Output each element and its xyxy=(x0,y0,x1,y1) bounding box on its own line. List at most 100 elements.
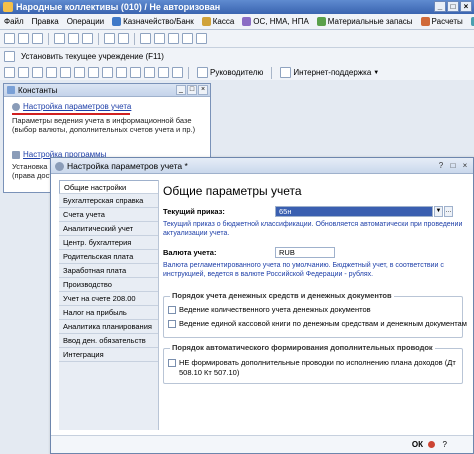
documents-icon[interactable] xyxy=(46,67,57,78)
menu-item-label: Файл xyxy=(4,16,24,26)
settings-window-title: Настройка параметров учета * xyxy=(67,161,188,171)
new-document-icon[interactable] xyxy=(4,33,15,44)
tab-11[interactable]: Ввод ден. обязательств xyxy=(59,334,158,348)
tab-6[interactable]: Заработная плата xyxy=(59,264,158,278)
close-icon[interactable]: × xyxy=(198,85,208,95)
manager-label: Руководителю xyxy=(210,68,264,77)
filter-icon[interactable] xyxy=(158,67,169,78)
tab-4[interactable]: Центр. бухгалтерия xyxy=(59,236,158,250)
no-additional-entries-row[interactable]: НЕ формировать дополнительные проводки п… xyxy=(168,358,456,367)
manager-button[interactable]: Руководителю xyxy=(194,67,266,78)
organization-icon xyxy=(4,51,15,62)
menu-item-label: Казначейство/Банк xyxy=(123,16,194,26)
report-icon[interactable] xyxy=(18,67,29,78)
toolbar-separator xyxy=(271,66,273,79)
undo-icon[interactable] xyxy=(104,33,115,44)
minimize-icon[interactable]: _ xyxy=(176,85,186,95)
archive-icon[interactable] xyxy=(144,67,155,78)
program-settings-icon xyxy=(12,150,20,159)
no-additional-entries-checkbox[interactable] xyxy=(168,358,176,367)
chevron-down-icon[interactable]: ▼ xyxy=(434,206,443,217)
constants-window-controls: _ □ × xyxy=(176,85,208,95)
tab-9[interactable]: Налог на прибыль xyxy=(59,306,158,320)
help-icon[interactable]: ? xyxy=(436,161,446,171)
table-icon[interactable] xyxy=(116,67,127,78)
menu-item-4[interactable]: Касса xyxy=(198,14,239,29)
app-title: Народные коллективы (010) / Не авторизов… xyxy=(16,2,221,12)
menu-icon xyxy=(201,17,211,26)
menu-item-1[interactable]: Правка xyxy=(28,14,63,29)
toolbar-separator xyxy=(188,66,189,79)
help-icon[interactable] xyxy=(196,33,207,44)
refresh-icon[interactable] xyxy=(88,67,99,78)
cut-icon[interactable] xyxy=(54,33,65,44)
link-underline-marker xyxy=(12,113,130,115)
tab-8[interactable]: Учет на счете 208.00 xyxy=(59,292,158,306)
current-order-field[interactable]: 65н xyxy=(275,206,433,217)
maximize-icon[interactable]: □ xyxy=(447,1,459,12)
print-icon[interactable] xyxy=(154,33,165,44)
tab-1[interactable]: Бухгалтерская справка xyxy=(59,194,158,208)
currency-label: Валюта учета: xyxy=(163,248,217,257)
menu-item-label: Правка xyxy=(31,16,59,26)
chart-icon[interactable] xyxy=(32,67,43,78)
open-icon[interactable] xyxy=(18,33,29,44)
tools-icon[interactable] xyxy=(130,67,141,78)
tab-7[interactable]: Производство xyxy=(59,278,158,292)
calculator-icon[interactable] xyxy=(168,33,179,44)
single-cashbook-row[interactable]: Ведение единой кассовой книги по денежны… xyxy=(168,319,467,328)
menu-item-label: ОС, НМА, НПА xyxy=(253,16,309,26)
redo-icon[interactable] xyxy=(118,33,129,44)
ok-button[interactable]: ОК xyxy=(412,440,423,449)
cash-accounting-group: Порядок учета денежных средств и денежны… xyxy=(163,291,467,338)
tab-3[interactable]: Аналитический учет xyxy=(59,222,158,236)
auto-entries-group: Порядок автоматического формирования доп… xyxy=(163,343,463,384)
quantitative-accounting-row[interactable]: Ведение количественного учета денежных д… xyxy=(168,305,371,314)
currency-field[interactable]: RUB xyxy=(275,247,335,258)
settings-gear-icon xyxy=(12,102,20,111)
cancel-icon xyxy=(428,441,435,448)
menu-item-3[interactable]: Казначейство/Банк xyxy=(108,14,198,29)
menu-item-8[interactable]: Санкцио xyxy=(467,14,474,29)
menu-item-0[interactable]: Файл xyxy=(0,14,28,29)
maximize-icon[interactable]: □ xyxy=(187,85,197,95)
menu-item-6[interactable]: Материальные запасы xyxy=(313,14,417,29)
manager-icon xyxy=(197,67,208,78)
toolbar-separator xyxy=(98,32,99,45)
copy-icon[interactable] xyxy=(68,33,79,44)
tab-12[interactable]: Интеграция xyxy=(59,348,158,362)
menu-item-label: Касса xyxy=(212,16,235,26)
set-current-org-button[interactable]: Установить текущее учреждение (F11) xyxy=(18,52,167,61)
menu-item-5[interactable]: ОС, НМА, НПА xyxy=(238,14,313,29)
close-icon[interactable]: × xyxy=(460,161,470,171)
menu-icon xyxy=(316,17,326,26)
open-form-icon[interactable]: … xyxy=(444,206,453,217)
help-button[interactable]: ? xyxy=(443,440,447,449)
tab-5[interactable]: Родительская плата xyxy=(59,250,158,264)
reference-icon[interactable] xyxy=(60,67,71,78)
minimize-icon[interactable]: _ xyxy=(434,1,446,12)
paste-icon[interactable] xyxy=(82,33,93,44)
internet-support-button[interactable]: Интернет-поддержка ▼ xyxy=(277,67,382,78)
accounting-settings-link[interactable]: Настройка параметров учета xyxy=(23,102,131,111)
menu-item-2[interactable]: Операции xyxy=(63,14,108,29)
quantitative-accounting-checkbox[interactable] xyxy=(168,305,176,314)
journal-icon[interactable] xyxy=(4,67,15,78)
dialog-footer: ОК ? xyxy=(51,435,473,453)
tab-2[interactable]: Счета учета xyxy=(59,208,158,222)
settings-icon[interactable] xyxy=(74,67,85,78)
save-icon[interactable] xyxy=(32,33,43,44)
menu-icon xyxy=(112,17,122,26)
single-cashbook-checkbox[interactable] xyxy=(168,319,176,328)
find-icon[interactable] xyxy=(140,33,151,44)
restore-icon[interactable]: □ xyxy=(448,161,458,171)
close-icon[interactable]: × xyxy=(460,1,472,12)
list-icon[interactable] xyxy=(102,67,113,78)
tab-0[interactable]: Общие настройки xyxy=(59,180,158,194)
tab-10[interactable]: Аналитика планирования xyxy=(59,320,158,334)
settings-window-title-bar: Настройка параметров учета * ? □ × xyxy=(51,158,473,174)
lock-icon[interactable] xyxy=(172,67,183,78)
calendar-icon[interactable] xyxy=(182,33,193,44)
menu-item-7[interactable]: Расчеты xyxy=(417,14,467,29)
menu-item-label: Расчеты xyxy=(431,16,463,26)
